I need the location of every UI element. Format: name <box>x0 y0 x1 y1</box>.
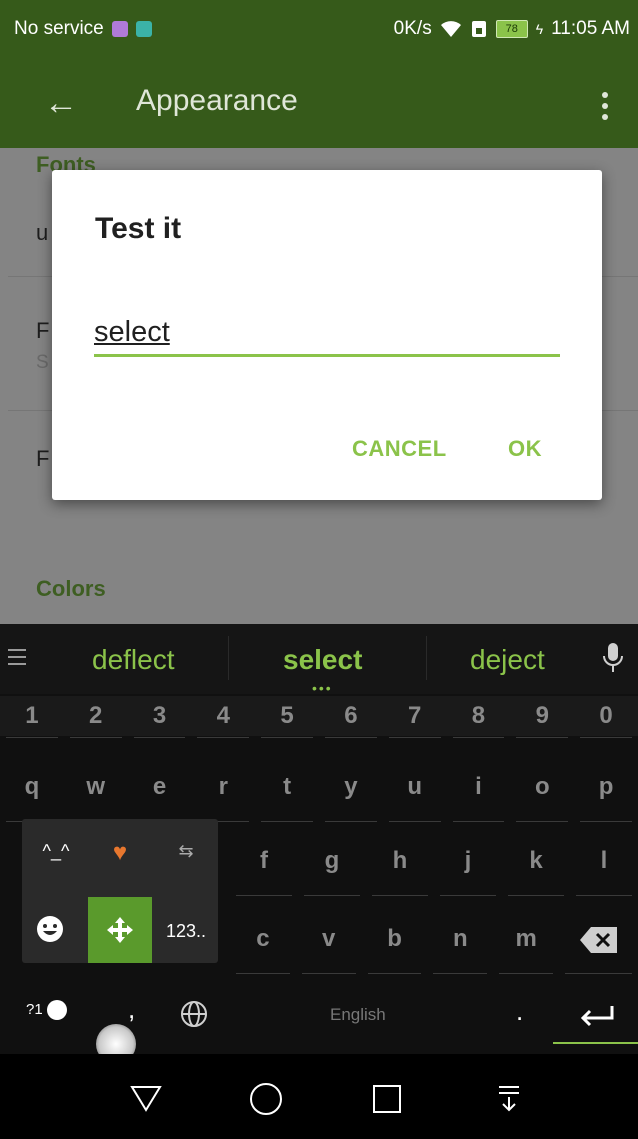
status-left: No service <box>14 18 152 40</box>
settings-row-text[interactable]: u <box>36 220 48 246</box>
symbols-key[interactable]: ?1 <box>26 1000 67 1020</box>
swap-icon[interactable]: ⇆ <box>164 841 208 862</box>
key[interactable]: 1 <box>0 696 64 738</box>
key[interactable]: g <box>298 828 366 896</box>
notification-icon <box>111 21 128 37</box>
number-row: 1 2 3 4 5 6 7 8 9 0 <box>0 696 638 738</box>
key[interactable]: n <box>427 906 493 974</box>
enter-icon[interactable] <box>578 1004 618 1030</box>
app-bar: ← Appearance <box>0 62 638 148</box>
section-header-colors: Colors <box>36 576 106 601</box>
key[interactable]: b <box>362 906 428 974</box>
smiley-icon[interactable] <box>36 915 64 943</box>
key[interactable]: 3 <box>128 696 192 738</box>
net-speed: 0K/s <box>393 18 432 39</box>
cancel-button[interactable]: CANCEL <box>352 436 447 462</box>
suggestion-3[interactable]: deject <box>470 644 545 676</box>
key[interactable]: 4 <box>191 696 255 738</box>
settings-row-text[interactable]: F <box>36 446 49 472</box>
suggestion-bar: deflect select ••• deject <box>0 624 638 696</box>
navigation-bar <box>0 1054 638 1139</box>
ok-button[interactable]: OK <box>508 436 542 462</box>
key[interactable]: k <box>502 828 570 896</box>
key[interactable]: v <box>296 906 362 974</box>
space-bar[interactable]: English <box>330 1005 386 1025</box>
key[interactable]: c <box>230 906 296 974</box>
page-title: Appearance <box>136 84 298 117</box>
key[interactable]: i <box>447 754 511 822</box>
key[interactable]: m <box>493 906 559 974</box>
key[interactable]: 0 <box>574 696 638 738</box>
backspace-icon <box>579 926 617 953</box>
test-text-input[interactable] <box>94 310 560 357</box>
settings-row-subtext: S <box>36 352 49 373</box>
keyboard-popup-panel: ^_^ ♥ ⇆ 123.. <box>22 819 218 963</box>
key[interactable]: 9 <box>510 696 574 738</box>
key[interactable]: 7 <box>383 696 447 738</box>
key[interactable]: w <box>64 754 128 822</box>
more-suggestions-icon[interactable]: ••• <box>312 680 333 696</box>
key[interactable]: 6 <box>319 696 383 738</box>
back-arrow-icon[interactable]: ← <box>38 80 84 126</box>
status-bar: No service 0K/s 78 ϟ 11:05 AM <box>0 0 638 62</box>
numeric-keypad-key[interactable]: 123.. <box>158 921 214 942</box>
globe-icon[interactable] <box>180 1000 208 1028</box>
sim-icon <box>471 21 486 37</box>
microphone-icon[interactable] <box>602 642 624 674</box>
symbols-label: ?1 <box>26 1000 43 1018</box>
key[interactable]: h <box>366 828 434 896</box>
settings-row-text[interactable]: F <box>36 318 49 344</box>
hide-keyboard-icon[interactable] <box>497 1084 521 1112</box>
status-right: 0K/s 78 ϟ 11:05 AM <box>394 18 630 40</box>
key[interactable]: t <box>255 754 319 822</box>
battery-icon: 78 <box>495 20 528 38</box>
enter-key-underline <box>553 1042 638 1044</box>
key[interactable]: y <box>319 754 383 822</box>
key[interactable]: r <box>191 754 255 822</box>
suggestion-1[interactable]: deflect <box>92 644 175 676</box>
key[interactable]: l <box>570 828 638 896</box>
back-triangle-icon[interactable] <box>130 1084 162 1112</box>
emoji-icon <box>46 1000 67 1020</box>
key[interactable]: u <box>383 754 447 822</box>
key[interactable]: q <box>0 754 64 822</box>
dialog-title: Test it <box>95 212 182 245</box>
period-key[interactable]: . <box>516 996 523 1027</box>
letter-row-1: q w e r t y u i o p <box>0 754 638 822</box>
comma-key[interactable]: , <box>128 994 135 1025</box>
key[interactable]: p <box>574 754 638 822</box>
move-keyboard-button[interactable] <box>88 897 152 963</box>
key[interactable]: 8 <box>447 696 511 738</box>
menu-icon[interactable] <box>6 646 28 668</box>
key[interactable]: o <box>510 754 574 822</box>
test-dialog: Test it CANCEL OK <box>52 170 602 500</box>
recents-square-icon[interactable] <box>372 1084 402 1114</box>
key[interactable]: 5 <box>255 696 319 738</box>
key[interactable]: f <box>230 828 298 896</box>
clock: 11:05 AM <box>551 18 630 39</box>
suggestion-2[interactable]: select <box>283 644 362 676</box>
backspace-key[interactable] <box>559 906 638 974</box>
key[interactable]: 2 <box>64 696 128 738</box>
wifi-icon <box>440 21 461 37</box>
notification-icon <box>135 21 152 37</box>
overflow-menu-icon[interactable] <box>590 82 620 128</box>
key[interactable]: e <box>128 754 192 822</box>
charging-icon: ϟ <box>535 21 544 37</box>
key[interactable]: j <box>434 828 502 896</box>
move-arrows-icon <box>107 917 133 943</box>
heart-icon[interactable]: ♥ <box>98 839 142 867</box>
emoticon-key[interactable]: ^_^ <box>32 841 80 862</box>
carrier-label: No service <box>14 18 104 39</box>
home-circle-icon[interactable] <box>249 1082 283 1116</box>
